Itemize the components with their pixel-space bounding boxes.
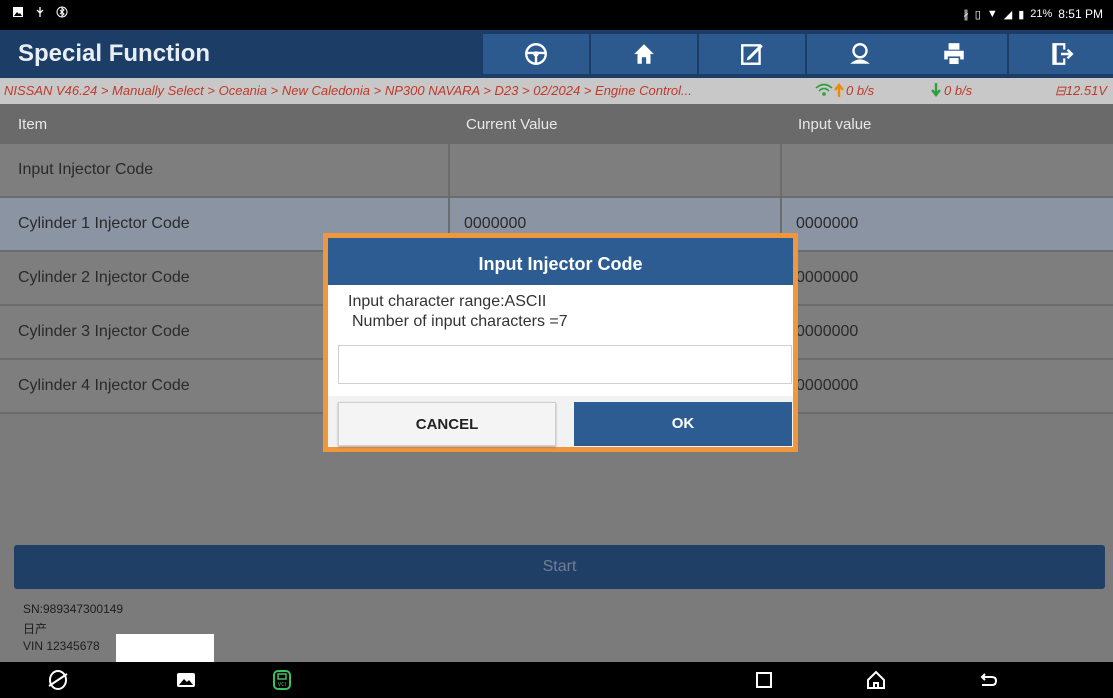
app-header: Special Function bbox=[0, 30, 1113, 78]
bluetooth-icon: ∦ bbox=[963, 8, 969, 21]
cancel-button[interactable]: CANCEL bbox=[338, 402, 556, 446]
download-rate: 0 b/s bbox=[930, 82, 972, 98]
column-header-item: Item bbox=[18, 116, 48, 133]
print-button[interactable] bbox=[901, 34, 1007, 74]
user-button[interactable] bbox=[807, 34, 913, 74]
download-arrow-icon bbox=[931, 83, 941, 97]
serial-number: SN:989347300149 bbox=[23, 602, 124, 616]
dialog-message: Input character range:ASCII Number of in… bbox=[348, 292, 568, 332]
vehicle-brand: 日产 bbox=[23, 622, 48, 636]
table-header: Item Current Value Input value bbox=[0, 104, 1113, 144]
navigation-bar: VCI bbox=[0, 662, 1113, 698]
column-header-current-value: Current Value bbox=[466, 116, 558, 133]
browser-icon[interactable] bbox=[46, 668, 70, 692]
vci-icon[interactable]: VCI bbox=[270, 668, 294, 692]
clock: 8:51 PM bbox=[1058, 7, 1103, 21]
start-button[interactable]: Start bbox=[14, 545, 1105, 589]
vin-number: VIN 12345678 bbox=[23, 639, 100, 653]
edit-report-icon bbox=[741, 44, 763, 65]
vibrate-icon: ▯ bbox=[974, 8, 981, 21]
row-item: Input Injector Code bbox=[18, 161, 154, 178]
gallery-icon[interactable] bbox=[174, 668, 198, 692]
print-icon bbox=[944, 43, 964, 66]
user-icon bbox=[850, 43, 870, 64]
dialog-title: Input Injector Code bbox=[328, 238, 793, 285]
redaction-box bbox=[116, 634, 214, 662]
battery-icon: ▮ bbox=[1018, 8, 1025, 21]
steering-wheel-button[interactable] bbox=[483, 34, 589, 74]
back-icon[interactable] bbox=[976, 668, 1000, 692]
row-input-value: 0000000 bbox=[780, 198, 1113, 250]
table-row[interactable]: Input Injector Code bbox=[0, 144, 1113, 198]
svg-text:VCI: VCI bbox=[278, 682, 286, 688]
dialog-buttons: CANCEL OK bbox=[328, 396, 793, 447]
input-length-text: Number of input characters =7 bbox=[352, 313, 568, 330]
gallery-notification-icon bbox=[13, 7, 23, 17]
steering-wheel-icon bbox=[525, 43, 547, 65]
signal-icon: ◢ bbox=[1003, 8, 1013, 21]
page-title: Special Function bbox=[18, 40, 211, 67]
wifi-icon: ▼ bbox=[986, 8, 998, 20]
exit-button[interactable] bbox=[1009, 34, 1113, 74]
row-input-value: 0000000 bbox=[780, 306, 1113, 358]
home-nav-icon[interactable] bbox=[864, 668, 888, 692]
battery-percent: 21% bbox=[1030, 8, 1053, 20]
home-button[interactable] bbox=[591, 34, 697, 74]
input-injector-code-dialog: Input Injector Code Input character rang… bbox=[323, 233, 798, 452]
battery-voltage-icon: ⊟ bbox=[1054, 83, 1066, 98]
upload-rate: 0 b/s bbox=[814, 82, 874, 98]
usb-notification-icon bbox=[36, 7, 44, 17]
home-icon bbox=[634, 44, 654, 64]
injector-code-input[interactable] bbox=[338, 345, 792, 384]
row-input-value: 0000000 bbox=[780, 360, 1113, 412]
input-range-text: Input character range:ASCII bbox=[348, 293, 547, 310]
bluetooth-notification-icon bbox=[56, 6, 68, 18]
status-bar: ∦ ▯ ▼ ◢ ▮ 21% 8:51 PM bbox=[0, 0, 1113, 30]
ok-button[interactable]: OK bbox=[574, 402, 792, 446]
voltage-readout: ⊟12.51V bbox=[1054, 83, 1107, 98]
recents-icon[interactable] bbox=[752, 668, 776, 692]
edit-report-button[interactable] bbox=[699, 34, 805, 74]
breadcrumb-path: NISSAN V46.24 > Manually Select > Oceani… bbox=[4, 83, 692, 98]
wifi-upload-icon bbox=[815, 83, 844, 97]
row-input-value: 0000000 bbox=[780, 252, 1113, 304]
exit-icon bbox=[1052, 43, 1074, 65]
row-input-value bbox=[780, 144, 1113, 196]
row-current-value bbox=[448, 144, 780, 196]
column-header-input-value: Input value bbox=[798, 116, 872, 133]
breadcrumb: NISSAN V46.24 > Manually Select > Oceani… bbox=[0, 78, 1113, 104]
